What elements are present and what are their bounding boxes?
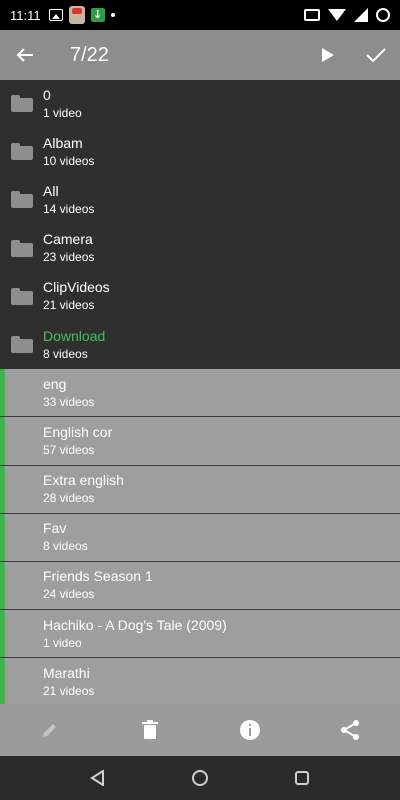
folder-icon <box>11 95 33 113</box>
status-time: 11:11 <box>10 7 41 23</box>
folder-count: 8 videos <box>43 539 88 554</box>
folder-count: 8 videos <box>43 346 88 361</box>
folder-name: Albam <box>43 134 83 151</box>
folder-row-selected[interactable]: Marathi 21 videos <box>0 658 400 704</box>
folder-count: 24 videos <box>43 587 95 602</box>
folder-name: Extra english <box>43 472 124 489</box>
selection-count: 7/22 <box>70 43 109 66</box>
folder-list[interactable]: 0 1 video Albam 10 videos All 14 videos Cam… <box>0 80 400 704</box>
folder-name: Friends Season 1 <box>43 568 153 585</box>
folder-count: 21 videos <box>43 683 95 698</box>
folder-row[interactable]: ClipVideos 21 videos <box>0 272 400 321</box>
share-icon <box>341 720 359 740</box>
app-notification-icon <box>68 6 85 24</box>
bottom-action-bar <box>0 704 400 756</box>
folder-name: Camera <box>43 231 93 248</box>
folder-row-selected[interactable]: Fav 8 videos <box>0 513 400 562</box>
delete-icon <box>142 720 158 739</box>
folder-count: 57 videos <box>43 442 95 457</box>
folder-count: 1 video <box>43 635 82 650</box>
system-nav-bar <box>0 756 400 800</box>
folder-count: 21 videos <box>43 298 95 313</box>
folder-name: Download <box>43 327 106 344</box>
folder-icon <box>11 143 33 161</box>
back-button[interactable] <box>0 30 50 80</box>
folder-name: ClipVideos <box>43 279 110 296</box>
select-all-button[interactable] <box>352 30 400 80</box>
folder-name: 0 <box>43 86 51 103</box>
folder-icon <box>11 287 33 305</box>
nav-back-button[interactable] <box>78 758 118 798</box>
folder-row-selected[interactable]: eng 33 videos <box>0 369 400 418</box>
app-root: { "status_bar": { "time": "11:11" }, "to… <box>0 0 400 800</box>
delete-button[interactable] <box>125 704 175 756</box>
nav-home-button[interactable] <box>180 758 220 798</box>
share-button[interactable] <box>325 704 375 756</box>
gallery-notification-icon <box>48 9 63 21</box>
folder-icon <box>11 336 33 354</box>
folder-count: 33 videos <box>43 394 95 409</box>
vibrate-icon <box>304 9 320 21</box>
rename-button[interactable] <box>25 704 75 756</box>
folder-row-selected[interactable]: English cor 57 videos <box>0 417 400 466</box>
folder-row[interactable]: Download 8 videos <box>0 320 400 370</box>
folder-name: All <box>43 182 59 199</box>
status-bar: 11:11 ↓ <box>0 0 400 30</box>
info-button[interactable] <box>225 704 275 756</box>
folder-row[interactable]: Camera 23 videos <box>0 224 400 273</box>
folder-icon <box>11 191 33 209</box>
folder-row-selected[interactable]: Extra english 28 videos <box>0 465 400 514</box>
nav-recents-icon <box>295 771 309 785</box>
selection-toolbar: 7/22 <box>0 30 400 80</box>
folder-name: Fav <box>43 520 67 537</box>
play-icon <box>322 48 334 62</box>
folder-count: 28 videos <box>43 491 95 506</box>
folder-name: English cor <box>43 423 113 440</box>
back-arrow-icon <box>16 48 33 62</box>
folder-count: 10 videos <box>43 153 95 168</box>
folder-row[interactable]: Albam 10 videos <box>0 128 400 177</box>
folder-row-selected[interactable]: Friends Season 1 24 videos <box>0 561 400 611</box>
folder-count: 1 video <box>43 105 82 120</box>
folder-name: Marathi <box>43 664 90 681</box>
folder-icon <box>11 239 33 257</box>
signal-icon <box>354 8 368 22</box>
folder-name: eng <box>43 375 67 392</box>
folder-row[interactable]: 0 1 video <box>0 80 400 129</box>
edit-icon <box>43 724 56 737</box>
folder-row[interactable]: All 14 videos <box>0 176 400 225</box>
nav-home-icon <box>192 770 208 786</box>
nav-back-icon <box>90 770 104 786</box>
more-notifications-icon <box>110 13 115 17</box>
check-icon <box>366 48 386 63</box>
folder-row-selected[interactable]: Hachiko - A Dog's Tale (2009) 1 video <box>0 610 400 659</box>
play-button[interactable] <box>304 30 352 80</box>
folder-count: 14 videos <box>43 201 95 216</box>
download-notification-icon: ↓ <box>90 8 105 22</box>
folder-count: 23 videos <box>43 250 95 265</box>
info-icon <box>240 720 260 740</box>
nav-recents-button[interactable] <box>282 758 322 798</box>
battery-icon <box>376 8 390 22</box>
wifi-icon <box>328 9 346 21</box>
folder-name: Hachiko - A Dog's Tale (2009) <box>43 616 227 633</box>
